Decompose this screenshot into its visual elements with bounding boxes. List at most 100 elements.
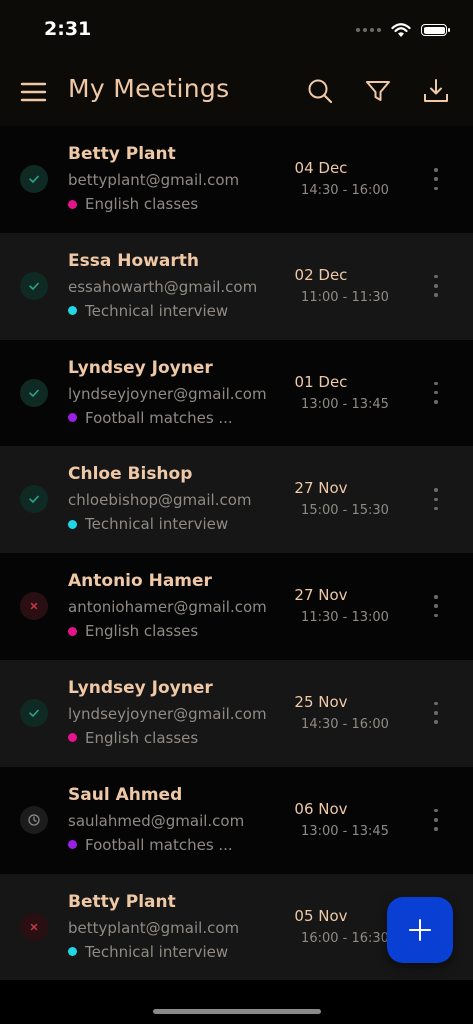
meeting-row[interactable]: Betty Plant bettyplant@gmail.com English… [0, 126, 473, 233]
meeting-row[interactable]: Antonio Hamer antoniohamer@gmail.com Eng… [0, 553, 473, 660]
meeting-time: 14:30 - 16:00 [301, 183, 389, 198]
category-label: English classes [85, 728, 199, 747]
wifi-icon [391, 22, 411, 37]
attendee-email: essahowarth@gmail.com [68, 277, 258, 296]
meeting-time: 14:30 - 16:00 [301, 716, 389, 732]
meeting-category: Football matches ... [68, 409, 233, 427]
more-options-icon[interactable] [429, 488, 443, 511]
check-icon [29, 282, 39, 290]
meeting-time: 13:00 - 13:45 [301, 396, 389, 412]
meeting-date: 02 Dec [294, 265, 348, 284]
meeting-row[interactable]: Lyndsey Joyner lyndseyjoyner@gmail.com F… [0, 339, 473, 447]
category-label: Technical interview [85, 301, 229, 320]
attendee-name: Lyndsey Joyner [68, 357, 213, 378]
attendee-email: bettyplant@gmail.com [68, 171, 240, 189]
status-time: 2:31 [44, 18, 92, 40]
meeting-date: 05 Nov [294, 906, 348, 925]
meeting-time: 15:00 - 15:30 [301, 503, 389, 519]
menu-icon[interactable] [20, 78, 48, 106]
meeting-row[interactable]: Lyndsey Joyner lyndseyjoyner@gmail.com E… [0, 659, 473, 767]
attendee-email: lyndseyjoyner@gmail.com [68, 384, 267, 403]
status-icon [20, 271, 48, 300]
category-dot-icon [68, 840, 77, 850]
more-options-icon[interactable] [429, 808, 443, 831]
meeting-time: 11:30 - 13:00 [301, 610, 389, 626]
status-icon [20, 698, 48, 727]
cross-icon [30, 602, 38, 610]
category-dot-icon [68, 733, 77, 743]
attendee-email: antoniohamer@gmail.com [68, 598, 267, 617]
meeting-row[interactable]: Saul Ahmed saulahmed@gmail.com Football … [0, 766, 473, 874]
category-dot-icon [68, 626, 77, 636]
attendee-email: chloebishop@gmail.com [68, 491, 252, 510]
search-icon[interactable] [305, 76, 335, 106]
filter-icon[interactable] [363, 76, 393, 106]
category-dot-icon [68, 519, 77, 529]
attendee-name: Antonio Hamer [68, 571, 212, 592]
attendee-email: lyndseyjoyner@gmail.com [68, 704, 267, 723]
attendee-email: bettyplant@gmail.com [68, 918, 240, 937]
check-icon [29, 496, 39, 504]
more-options-icon[interactable] [429, 381, 443, 404]
meeting-list: Betty Plant bettyplant@gmail.com English… [0, 126, 473, 981]
category-label: Football matches ... [85, 408, 233, 427]
attendee-name: Chloe Bishop [68, 464, 193, 485]
attendee-name: Saul Ahmed [68, 784, 183, 805]
status-bar: 2:31 [0, 0, 473, 60]
meeting-category: English classes [68, 729, 198, 747]
status-icon [20, 378, 48, 407]
more-options-icon[interactable] [429, 168, 443, 190]
status-icon [20, 485, 48, 514]
category-dot-icon [68, 413, 77, 423]
meeting-row[interactable]: Chloe Bishop chloebishop@gmail.com Techn… [0, 446, 473, 554]
check-icon [29, 389, 39, 397]
category-label: Football matches ... [85, 835, 233, 854]
clock-icon [28, 814, 40, 826]
more-options-icon[interactable] [429, 274, 443, 297]
meeting-category: Football matches ... [68, 836, 233, 854]
category-dot-icon [68, 306, 77, 316]
plus-icon [409, 919, 431, 941]
app-header: My Meetings [0, 60, 473, 126]
meeting-category: English classes [68, 622, 198, 640]
check-icon [29, 709, 39, 717]
meeting-time: 16:00 - 16:30 [301, 930, 389, 946]
meeting-row[interactable]: Essa Howarth essahowarth@gmail.com Techn… [0, 232, 473, 340]
attendee-name: Essa Howarth [68, 250, 199, 271]
more-options-icon[interactable] [429, 595, 443, 618]
category-label: Technical interview [85, 515, 229, 534]
status-icons [356, 19, 450, 41]
status-icon [20, 912, 48, 941]
meeting-date: 27 Nov [294, 586, 348, 605]
check-icon [29, 175, 39, 183]
attendee-name: Betty Plant [68, 144, 176, 164]
home-indicator[interactable] [153, 1009, 321, 1014]
meeting-date: 01 Dec [294, 372, 348, 391]
meeting-date: 06 Nov [294, 799, 348, 818]
add-meeting-button[interactable] [387, 897, 453, 963]
page-title: My Meetings [68, 74, 230, 103]
attendee-email: saulahmed@gmail.com [68, 811, 245, 830]
category-label: Technical interview [85, 942, 229, 961]
signal-icon [356, 28, 381, 32]
status-icon [20, 805, 48, 834]
meeting-time: 13:00 - 13:45 [301, 823, 389, 839]
meeting-category: English classes [68, 195, 198, 213]
cross-icon [30, 923, 38, 930]
category-dot-icon [68, 947, 77, 957]
attendee-name: Betty Plant [68, 891, 176, 912]
meeting-date: 04 Dec [294, 159, 348, 177]
status-icon [20, 165, 48, 193]
meeting-category: Technical interview [68, 943, 228, 961]
more-options-icon[interactable] [429, 701, 443, 724]
meeting-category: Technical interview [68, 515, 228, 533]
category-dot-icon [68, 199, 77, 209]
category-label: English classes [85, 195, 199, 213]
category-label: English classes [85, 622, 199, 641]
battery-icon [421, 24, 450, 36]
meeting-time: 11:00 - 11:30 [301, 289, 389, 305]
status-icon [20, 592, 48, 621]
meeting-date: 25 Nov [294, 692, 348, 711]
meeting-date: 27 Nov [294, 479, 348, 498]
download-icon[interactable] [421, 76, 451, 106]
